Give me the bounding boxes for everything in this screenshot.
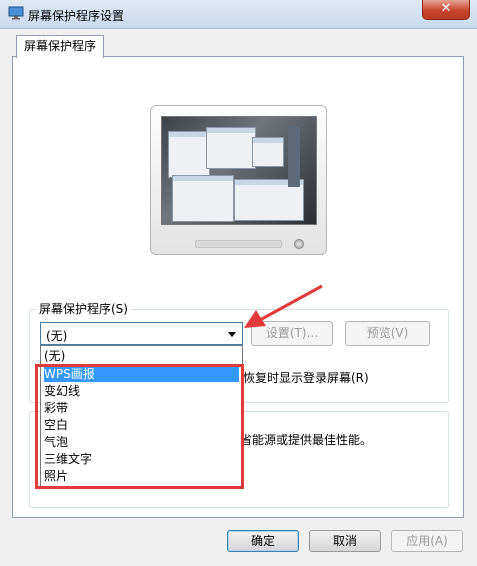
- power-indicator: [294, 239, 304, 249]
- preview-window: [206, 127, 256, 169]
- display-settings-icon: [8, 6, 24, 20]
- preview-window: [172, 175, 234, 222]
- window-title: 屏幕保护程序设置: [28, 9, 125, 23]
- preview-button[interactable]: 预览(V): [345, 321, 430, 346]
- monitor-slot: [195, 240, 282, 248]
- apply-button[interactable]: 应用(A): [391, 530, 463, 552]
- option-none[interactable]: (无): [44, 348, 239, 364]
- preview-window: [252, 137, 284, 167]
- chevron-down-icon: [228, 332, 236, 337]
- close-button[interactable]: ✕: [422, 0, 470, 20]
- monitor-screen: [161, 116, 317, 225]
- ok-button[interactable]: 确定: [227, 530, 299, 552]
- cancel-button[interactable]: 取消: [309, 530, 381, 552]
- annotation-arrow-icon: [244, 284, 323, 328]
- screensaver-group-label: 屏幕保护程序(S): [36, 300, 131, 317]
- highlight-box: [35, 364, 244, 489]
- resume-logon-checkbox-label[interactable]: 恢复时显示登录屏幕(R): [243, 369, 369, 386]
- preview-window: [168, 131, 210, 178]
- screensaver-dropdown[interactable]: (无): [40, 322, 243, 345]
- power-description: 省能源或提供最佳性能。: [240, 433, 373, 447]
- tab-screensaver[interactable]: 屏幕保护程序: [16, 35, 104, 58]
- preview-sidebar: [288, 127, 300, 187]
- dropdown-value: (无): [46, 329, 68, 343]
